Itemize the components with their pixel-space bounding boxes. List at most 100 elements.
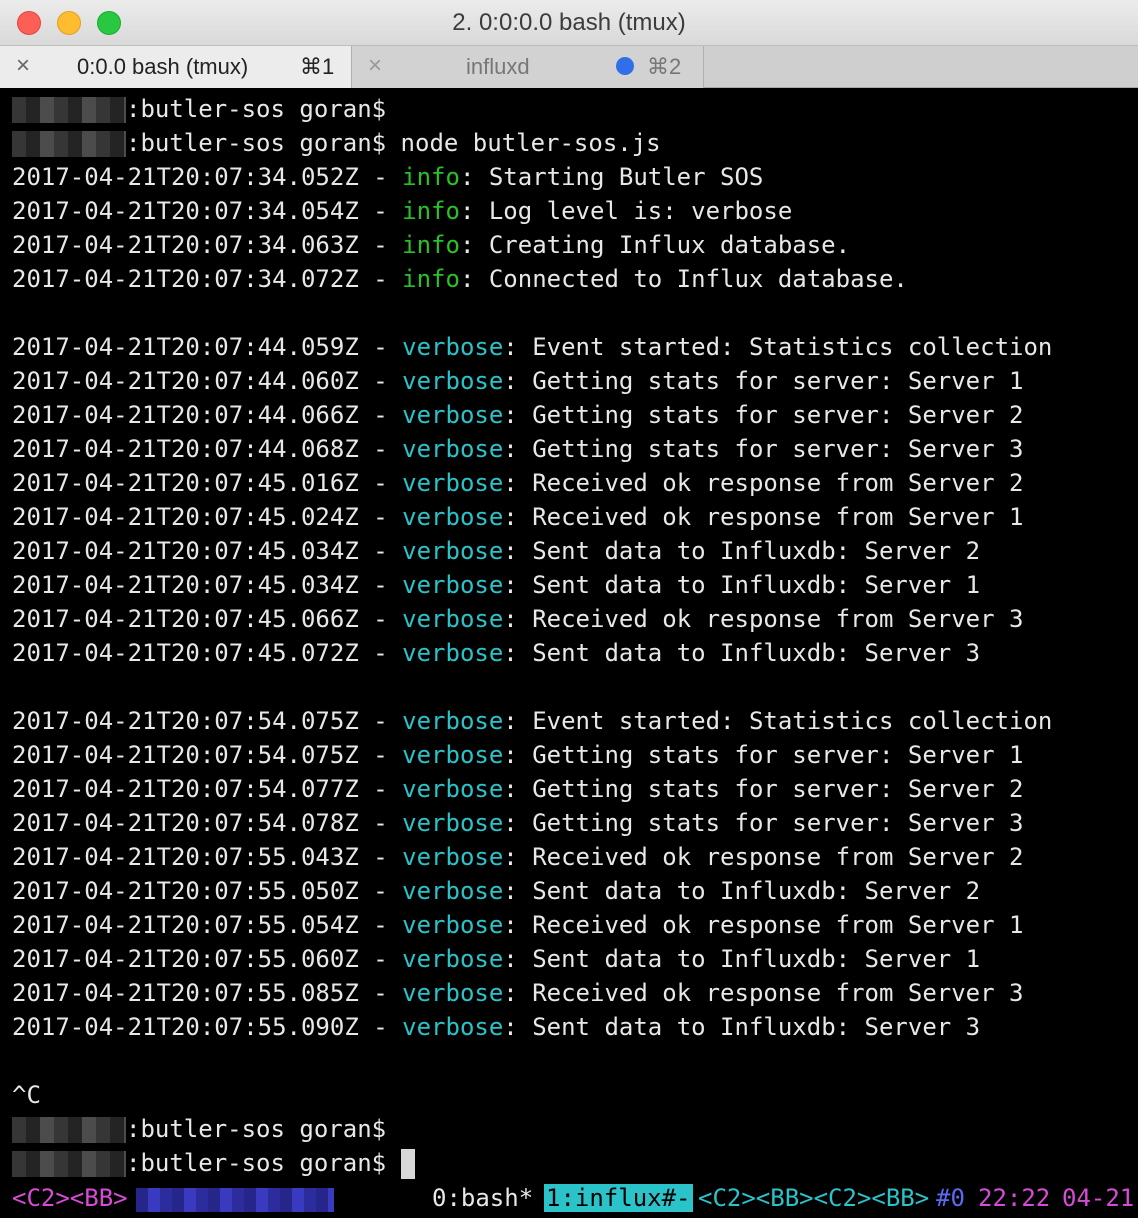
log-message: Getting stats for server: Server 1 — [532, 367, 1024, 395]
tab-label: 0:0.0 bash (tmux) — [77, 54, 249, 79]
log-line: 2017-04-21T20:07:54.075Z - verbose: Gett… — [12, 741, 1024, 769]
log-timestamp: 2017-04-21T20:07:45.016Z — [12, 469, 359, 497]
log-message: Received ok response from Server 2 — [532, 469, 1024, 497]
terminal-window: 2. 0:0:0.0 bash (tmux) × 0:0.0 bash (tmu… — [0, 0, 1138, 1218]
log-message: Received ok response from Server 3 — [532, 605, 1024, 633]
log-level: verbose — [402, 775, 504, 803]
prompt-line: :butler-sos goran$ — [12, 92, 386, 126]
log-line: 2017-04-21T20:07:44.066Z - verbose: Gett… — [12, 401, 1024, 429]
log-line: 2017-04-21T20:07:55.054Z - verbose: Rece… — [12, 911, 1024, 939]
log-timestamp: 2017-04-21T20:07:44.060Z — [12, 367, 359, 395]
log-timestamp: 2017-04-21T20:07:55.085Z — [12, 979, 359, 1007]
log-message: Received ok response from Server 1 — [532, 503, 1024, 531]
log-message: Sent data to Influxdb: Server 2 — [532, 537, 981, 565]
log-timestamp: 2017-04-21T20:07:54.075Z — [12, 741, 359, 769]
log-message: Sent data to Influxdb: Server 1 — [532, 945, 981, 973]
log-line: 2017-04-21T20:07:45.066Z - verbose: Rece… — [12, 605, 1024, 633]
log-timestamp: 2017-04-21T20:07:55.054Z — [12, 911, 359, 939]
redacted-hostname — [12, 131, 126, 157]
log-message: Getting stats for server: Server 3 — [532, 809, 1024, 837]
log-line: 2017-04-21T20:07:44.059Z - verbose: Even… — [12, 333, 1053, 361]
log-message: Connected to Influx database. — [488, 265, 908, 293]
log-timestamp: 2017-04-21T20:07:55.050Z — [12, 877, 359, 905]
log-level: verbose — [402, 503, 504, 531]
log-level: verbose — [402, 469, 504, 497]
interrupt-line: ^C — [12, 1081, 41, 1109]
log-message: Getting stats for server: Server 2 — [532, 775, 1024, 803]
log-level: verbose — [402, 367, 504, 395]
close-tab-icon[interactable]: × — [16, 52, 30, 80]
log-level: verbose — [402, 707, 504, 735]
tab-tmux[interactable]: × 0:0.0 bash (tmux) ⌘1 — [0, 46, 352, 88]
terminal-output[interactable]: :butler-sos goran$ :butler-sos goran$ no… — [0, 88, 1138, 1218]
log-timestamp: 2017-04-21T20:07:55.043Z — [12, 843, 359, 871]
log-line: 2017-04-21T20:07:45.024Z - verbose: Rece… — [12, 503, 1024, 531]
status-right-marks: <C2><BB><C2><BB> — [698, 1184, 930, 1212]
tab-bar: × 0:0.0 bash (tmux) ⌘1 × influxd ⌘2 — [0, 46, 1138, 88]
log-line: 2017-04-21T20:07:55.050Z - verbose: Sent… — [12, 877, 981, 905]
log-line: 2017-04-21T20:07:55.043Z - verbose: Rece… — [12, 843, 1024, 871]
tab-shortcut: ⌘1 — [300, 54, 335, 79]
prompt-line: :butler-sos goran$ node butler-sos.js — [12, 126, 661, 160]
tab-influxd[interactable]: × influxd ⌘2 — [352, 46, 704, 88]
log-level: verbose — [402, 1013, 504, 1041]
status-time: 22:22 — [978, 1184, 1051, 1212]
session-number: #0 — [936, 1184, 965, 1212]
log-line: 2017-04-21T20:07:44.068Z - verbose: Gett… — [12, 435, 1024, 463]
tmux-status-bar: <C2><BB> 0:bash* 1:influx#- <C2><BB><C2>… — [0, 1180, 1138, 1218]
log-timestamp: 2017-04-21T20:07:55.060Z — [12, 945, 359, 973]
log-level: verbose — [402, 843, 504, 871]
log-line: 2017-04-21T20:07:34.072Z - info: Connect… — [12, 265, 908, 293]
log-timestamp: 2017-04-21T20:07:54.077Z — [12, 775, 359, 803]
log-message: Sent data to Influxdb: Server 3 — [532, 639, 981, 667]
redacted-status-text — [136, 1188, 334, 1212]
log-line: 2017-04-21T20:07:44.060Z - verbose: Gett… — [12, 367, 1024, 395]
log-level: info — [402, 197, 460, 225]
log-timestamp: 2017-04-21T20:07:34.054Z — [12, 197, 359, 225]
log-message: Sent data to Influxdb: Server 3 — [532, 1013, 981, 1041]
log-level: verbose — [402, 605, 504, 633]
log-timestamp: 2017-04-21T20:07:55.090Z — [12, 1013, 359, 1041]
log-line: 2017-04-21T20:07:55.060Z - verbose: Sent… — [12, 945, 981, 973]
prompt-line: :butler-sos goran$ — [12, 1146, 415, 1180]
tab-label: influxd — [466, 54, 530, 79]
log-message: Getting stats for server: Server 1 — [532, 741, 1024, 769]
status-date: 04-21 — [1062, 1184, 1135, 1212]
log-timestamp: 2017-04-21T20:07:44.068Z — [12, 435, 359, 463]
log-timestamp: 2017-04-21T20:07:45.066Z — [12, 605, 359, 633]
status-left: <C2><BB> — [12, 1184, 128, 1212]
log-level: verbose — [402, 639, 504, 667]
log-timestamp: 2017-04-21T20:07:45.034Z — [12, 571, 359, 599]
log-timestamp: 2017-04-21T20:07:44.066Z — [12, 401, 359, 429]
log-level: verbose — [402, 571, 504, 599]
window-item-influx[interactable]: 1:influx#- — [544, 1184, 693, 1212]
redacted-hostname — [12, 1117, 126, 1143]
log-line: 2017-04-21T20:07:34.054Z - info: Log lev… — [12, 197, 793, 225]
log-line: 2017-04-21T20:07:54.075Z - verbose: Even… — [12, 707, 1053, 735]
log-timestamp: 2017-04-21T20:07:45.072Z — [12, 639, 359, 667]
log-level: info — [402, 231, 460, 259]
window-item-bash[interactable]: 0:bash* — [432, 1184, 533, 1212]
title-bar[interactable]: 2. 0:0:0.0 bash (tmux) — [0, 0, 1138, 46]
log-level: verbose — [402, 911, 504, 939]
log-message: Log level is: verbose — [488, 197, 793, 225]
log-timestamp: 2017-04-21T20:07:54.075Z — [12, 707, 359, 735]
log-level: verbose — [402, 809, 504, 837]
log-line: 2017-04-21T20:07:34.063Z - info: Creatin… — [12, 231, 851, 259]
log-message: Sent data to Influxdb: Server 2 — [532, 877, 981, 905]
log-timestamp: 2017-04-21T20:07:34.052Z — [12, 163, 359, 191]
log-line: 2017-04-21T20:07:55.090Z - verbose: Sent… — [12, 1013, 981, 1041]
log-level: verbose — [402, 741, 504, 769]
activity-dot-icon — [616, 57, 634, 75]
log-timestamp: 2017-04-21T20:07:34.072Z — [12, 265, 359, 293]
log-timestamp: 2017-04-21T20:07:54.078Z — [12, 809, 359, 837]
log-timestamp: 2017-04-21T20:07:44.059Z — [12, 333, 359, 361]
close-tab-icon[interactable]: × — [368, 52, 382, 80]
log-message: Starting Butler SOS — [488, 163, 764, 191]
log-level: info — [402, 265, 460, 293]
log-line: 2017-04-21T20:07:54.077Z - verbose: Gett… — [12, 775, 1024, 803]
prompt-line: :butler-sos goran$ — [12, 1112, 386, 1146]
log-level: verbose — [402, 877, 504, 905]
log-level: verbose — [402, 333, 504, 361]
redacted-hostname — [12, 1151, 126, 1177]
